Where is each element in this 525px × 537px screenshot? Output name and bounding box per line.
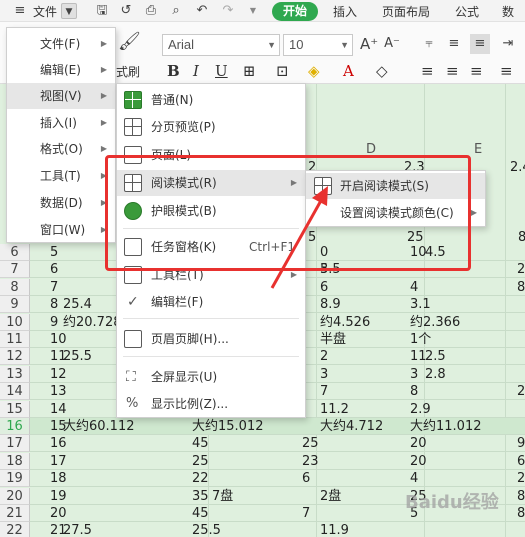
arrow-shaft xyxy=(270,196,325,289)
annotation-arrow xyxy=(270,186,328,289)
